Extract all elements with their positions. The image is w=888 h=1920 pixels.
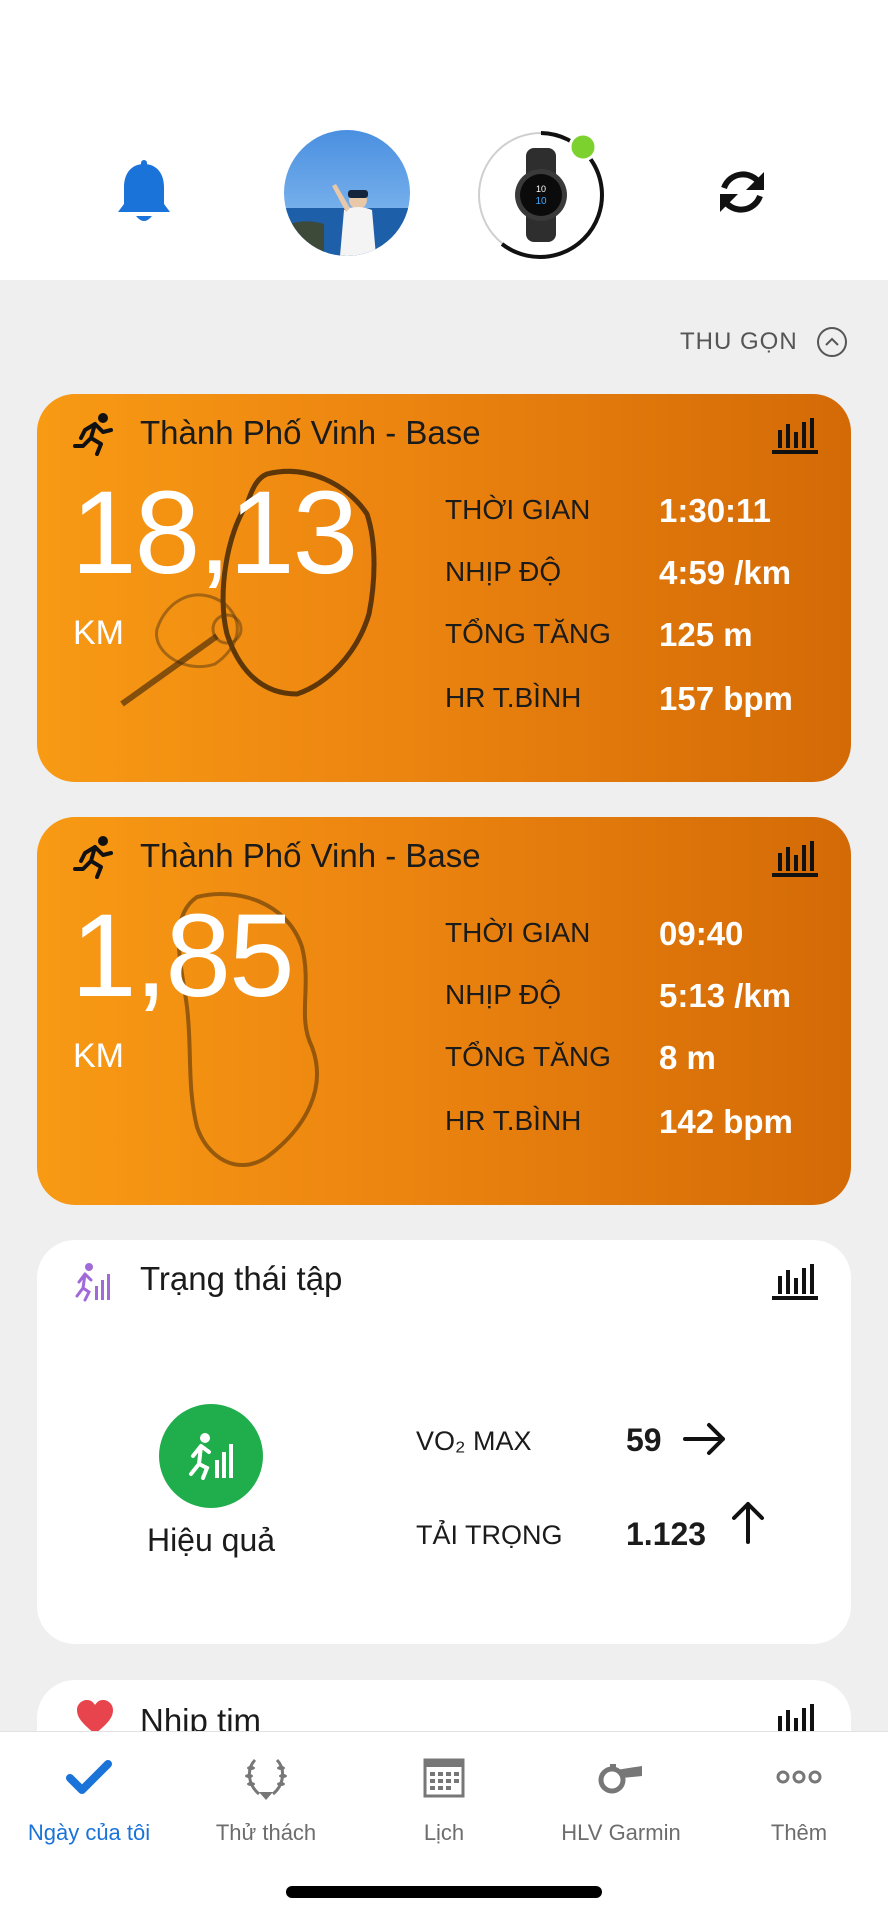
bar-chart-icon[interactable] [772,414,818,454]
nav-more[interactable]: Thêm [710,1752,888,1846]
activity-title: Thành Phố Vinh - Base [140,837,481,874]
activity-card[interactable]: Thành Phố Vinh - Base 18,13 KM THỜI GIAN… [37,394,851,782]
distance-value: 1,85 [71,890,295,1022]
stat-value-elevation: 125 m [659,616,753,653]
laurel-icon [245,1758,287,1800]
sync-icon[interactable] [712,162,772,222]
home-indicator[interactable] [286,1886,602,1898]
training-title: Trạng thái tập [140,1260,343,1297]
training-load-value: 1.123 [626,1516,707,1552]
running-icon [73,413,113,456]
training-status-icon [75,1263,110,1302]
device-watch-status[interactable]: 10 10 [476,130,606,260]
stat-value-time: 1:30:11 [659,492,771,529]
bar-chart-icon[interactable] [772,1260,818,1300]
stat-label-time: THỜI GIAN [445,917,591,948]
nav-my-day[interactable]: Ngày của tôi [0,1752,178,1846]
top-bar: 10 10 [0,0,888,280]
arrow-right-icon [683,1423,725,1455]
distance-unit: KM [73,1037,124,1075]
check-icon [66,1760,112,1794]
vo2-max-value: 59 [626,1422,662,1458]
nav-label: Thử thách [215,1820,317,1845]
training-status-label: Hiệu quả [146,1522,276,1558]
stat-value-pace: 4:59 /km [659,554,792,591]
nav-label: Thêm [770,1820,828,1845]
running-icon [73,836,113,879]
stat-label-pace: NHỊP ĐỘ [445,979,562,1010]
stat-label-avg-hr: HR T.BÌNH [445,682,582,713]
stat-value-elevation: 8 m [659,1039,716,1076]
nav-label: Ngày của tôi [27,1820,151,1845]
nav-challenges[interactable]: Thử thách [177,1752,355,1846]
activity-title: Thành Phố Vinh - Base [140,414,481,451]
activity-card[interactable]: Thành Phố Vinh - Base 1,85 KM THỜI GIAN … [37,817,851,1205]
notification-bell-icon[interactable] [114,160,174,228]
stat-value-avg-hr: 142 bpm [659,1103,793,1140]
distance-value: 18,13 [71,467,358,599]
nav-label: Lịch [423,1820,465,1845]
distance-unit: KM [73,614,124,652]
nav-garmin-coach[interactable]: HLV Garmin [532,1752,710,1846]
stat-label-pace: NHỊP ĐỘ [445,556,562,587]
calendar-icon [423,1758,465,1798]
more-icon [776,1770,822,1784]
svg-text:10: 10 [536,184,546,194]
collapse-label: THU GỌN [680,328,798,355]
nav-label: HLV Garmin [561,1820,681,1845]
vo2-max-label: VO₂ MAX [416,1426,532,1456]
arrow-up-icon [732,1502,764,1544]
stat-label-avg-hr: HR T.BÌNH [445,1105,582,1136]
training-status-badge [159,1404,263,1508]
stat-value-pace: 5:13 /km [659,977,792,1014]
stat-value-time: 09:40 [659,915,744,952]
stat-label-time: THỜI GIAN [445,494,591,525]
bar-chart-icon[interactable] [772,837,818,877]
user-avatar[interactable] [284,130,410,256]
chevron-up-circle-icon [816,327,847,357]
collapse-toggle[interactable]: THU GỌN [680,326,848,358]
stat-value-avg-hr: 157 bpm [659,680,793,717]
whistle-icon [598,1764,642,1794]
stat-label-elevation: TỔNG TĂNG [445,618,611,649]
nav-calendar[interactable]: Lịch [355,1752,533,1846]
training-load-label: TẢI TRỌNG [416,1520,563,1550]
svg-text:10: 10 [535,196,547,207]
productive-runner-icon [189,1433,233,1480]
training-status-card[interactable]: Trạng thái tập Hiệu quả VO₂ MAX 59 TẢI T… [37,1240,851,1644]
stat-label-elevation: TỔNG TĂNG [445,1041,611,1072]
